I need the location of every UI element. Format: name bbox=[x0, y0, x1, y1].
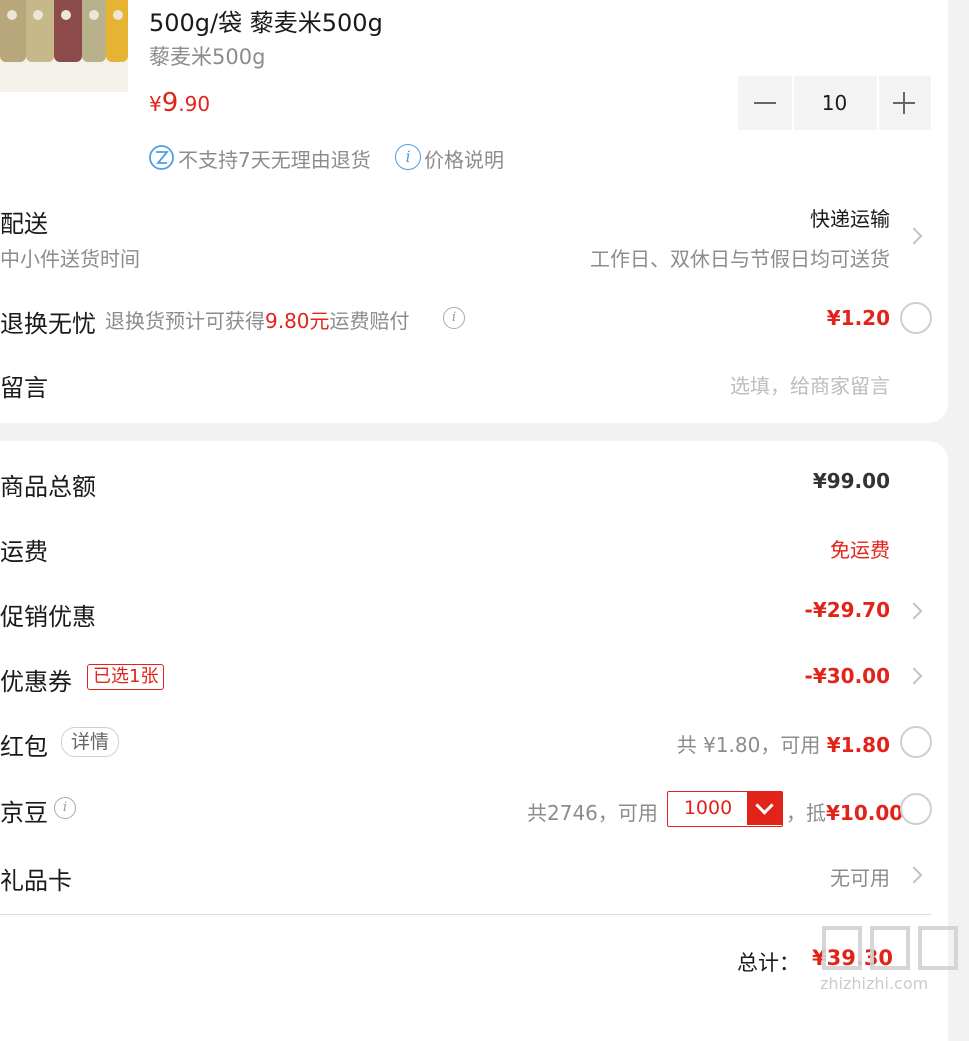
shipping-label: 运费 bbox=[0, 538, 48, 566]
jingdou-radio[interactable] bbox=[900, 793, 932, 825]
delivery-sub: 中小件送货时间 bbox=[0, 247, 140, 271]
giftcard-value[interactable]: 无可用 bbox=[830, 862, 890, 891]
product-image[interactable] bbox=[0, 0, 128, 92]
jingdou-deduct: ，抵¥10.00 bbox=[786, 801, 904, 825]
delivery-label: 配送 bbox=[0, 210, 48, 238]
product-spec: 藜麦米500g bbox=[149, 45, 266, 69]
coupon-value[interactable]: -¥30.00 bbox=[805, 664, 890, 688]
order-item-card bbox=[0, 0, 948, 423]
goods-total-label: 商品总额 bbox=[0, 473, 96, 501]
quantity-value[interactable]: 10 bbox=[792, 76, 877, 130]
product-price: ¥9.90 bbox=[149, 88, 211, 118]
no-return-icon bbox=[149, 145, 174, 170]
giftcard-label: 礼品卡 bbox=[0, 867, 72, 895]
divider bbox=[0, 914, 931, 915]
redpacket-label: 红包 bbox=[0, 733, 48, 761]
quantity-stepper[interactable]: 10 bbox=[738, 76, 931, 130]
message-input[interactable]: 选填，给商家留言 bbox=[730, 370, 890, 399]
shipping-value: 免运费 bbox=[830, 538, 890, 562]
coupon-badge: 已选1张 bbox=[87, 664, 165, 690]
jingdou-select-value[interactable]: 1000 bbox=[668, 792, 748, 825]
info-icon[interactable]: i bbox=[443, 307, 465, 329]
chevron-down-icon[interactable] bbox=[747, 792, 782, 825]
promo-label: 促销优惠 bbox=[0, 603, 96, 631]
message-label: 留言 bbox=[0, 374, 48, 402]
jingdou-total: 共2746，可用 bbox=[527, 801, 658, 825]
promo-value[interactable]: -¥29.70 bbox=[805, 598, 890, 622]
plus-icon[interactable] bbox=[877, 76, 931, 130]
return-insurance-price: ¥1.20 bbox=[826, 306, 890, 330]
return-insurance-label: 退换无忧 bbox=[0, 310, 96, 338]
watermark-url: zhizhizhi.com bbox=[820, 974, 929, 993]
total-label: 总计： bbox=[737, 951, 800, 975]
delivery-method[interactable]: 快递运输 bbox=[810, 203, 890, 232]
jingdou-label: 京豆 bbox=[0, 799, 48, 827]
watermark-logo: zhizhizhi.com bbox=[818, 918, 968, 1003]
info-icon[interactable]: i bbox=[395, 144, 421, 170]
goods-total-value: ¥99.00 bbox=[812, 469, 890, 493]
minus-icon[interactable] bbox=[738, 76, 792, 130]
return-insurance-desc: 退换货预计可获得9.80元运费赔付 bbox=[105, 309, 410, 333]
return-insurance-radio[interactable] bbox=[900, 302, 932, 334]
info-icon[interactable]: i bbox=[54, 797, 76, 819]
redpacket-value: 共 ¥1.80，可用 ¥1.80 bbox=[676, 733, 890, 757]
price-note-link[interactable]: 价格说明 bbox=[424, 144, 504, 173]
no-return-label: 不支持7天无理由退货 bbox=[178, 148, 371, 172]
jingdou-select[interactable]: 1000 bbox=[667, 791, 783, 827]
redpacket-radio[interactable] bbox=[900, 726, 932, 758]
delivery-schedule: 工作日、双休日与节假日均可送货 bbox=[590, 247, 890, 271]
redpacket-detail-button[interactable]: 详情 bbox=[61, 727, 120, 757]
coupon-label: 优惠券 bbox=[0, 668, 72, 696]
product-title[interactable]: 500g/袋 藜麦米500g bbox=[149, 3, 383, 38]
